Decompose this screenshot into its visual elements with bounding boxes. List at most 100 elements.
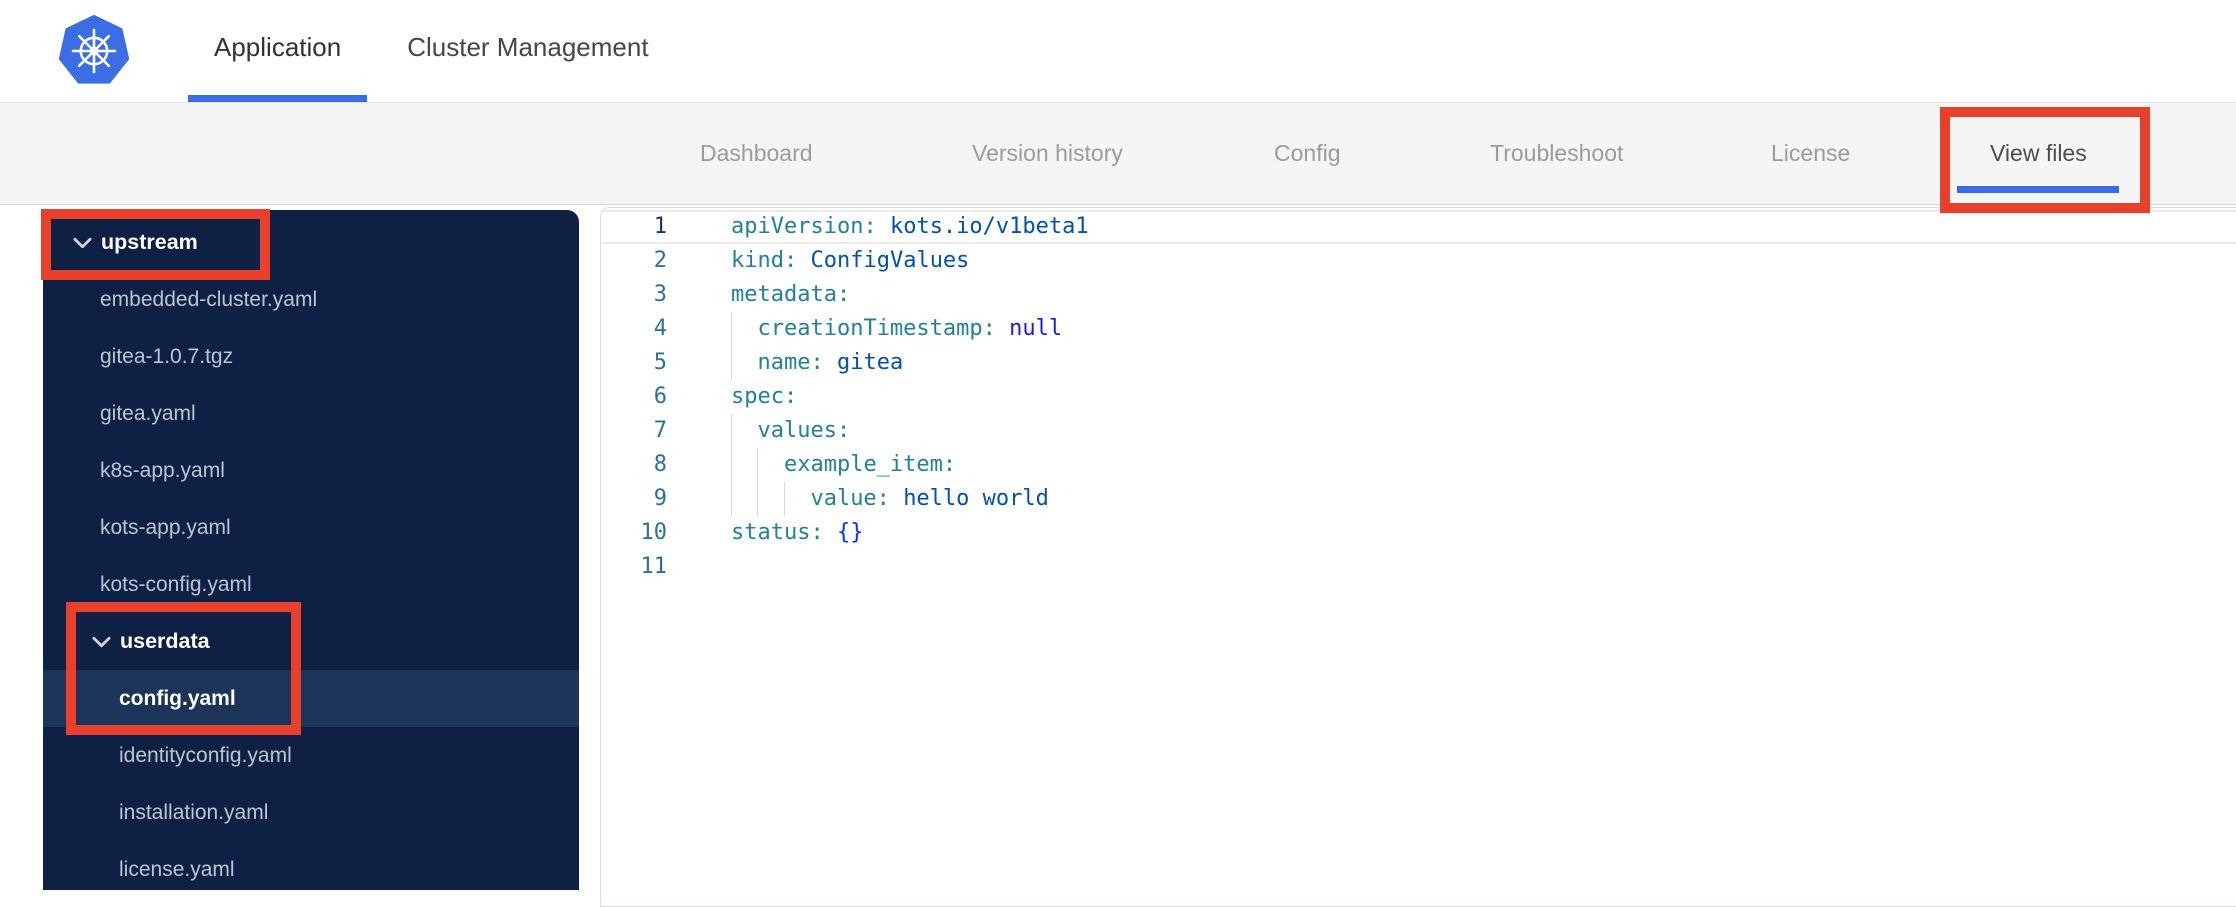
code-text: example_item:	[667, 448, 956, 482]
indent-guide	[783, 482, 810, 516]
token-val: ConfigValues	[810, 248, 970, 273]
file-kots-config-yaml[interactable]: kots-config.yaml	[43, 556, 579, 613]
file-k8s-app-yaml[interactable]: k8s-app.yaml	[43, 442, 579, 499]
code-line-6[interactable]: 6 spec:	[601, 380, 2236, 414]
application-subnav: Dashboard Version history Config Troublesho…	[0, 103, 2236, 205]
folder-label: userdata	[120, 629, 210, 653]
subnav-tab-dashboard[interactable]: Dashboard	[700, 103, 813, 204]
main-content: upstream embedded-cluster.yaml gitea-1.0.7…	[0, 205, 2236, 907]
indent-guide	[731, 312, 757, 346]
token-bracket: {}	[836, 520, 864, 545]
code-line-8[interactable]: 8 example_item:	[601, 448, 2236, 482]
token-val: hello world	[903, 486, 1049, 511]
subnav-tab-view-files[interactable]: View files	[1990, 103, 2087, 204]
code-line-4[interactable]: 4 creationTimestamp: null	[601, 312, 2236, 346]
chevron-down-icon[interactable]	[92, 636, 111, 648]
file-label: gitea-1.0.7.tgz	[100, 344, 234, 368]
indent-guide	[731, 414, 757, 448]
chevron-down-icon[interactable]	[73, 237, 92, 249]
token-key: example_item:	[783, 452, 957, 477]
code-line-5[interactable]: 5 name: gitea	[601, 346, 2236, 380]
file-gitea-1-0-7-tgz[interactable]: gitea-1.0.7.tgz	[43, 328, 579, 385]
line-number: 8	[653, 452, 667, 477]
code-line-1[interactable]: 1 apiVersion: kots.io/v1beta1	[601, 210, 2236, 244]
file-installation-yaml[interactable]: installation.yaml	[43, 784, 579, 841]
line-number: 10	[640, 520, 668, 545]
line-number: 5	[653, 350, 667, 375]
top-tab-cluster-management[interactable]: Cluster Management	[381, 0, 674, 102]
line-number: 1	[653, 214, 667, 239]
code-text: values:	[667, 414, 850, 448]
code-line-2[interactable]: 2 kind: ConfigValues	[601, 244, 2236, 278]
file-embedded-cluster-yaml[interactable]: embedded-cluster.yaml	[43, 271, 579, 328]
top-tab-application[interactable]: Application	[188, 0, 368, 102]
file-gitea-yaml[interactable]: gitea.yaml	[43, 385, 579, 442]
file-label: license.yaml	[119, 857, 235, 881]
indent-guide	[731, 448, 757, 482]
file-label: identityconfig.yaml	[119, 743, 292, 767]
file-kots-app-yaml[interactable]: kots-app.yaml	[43, 499, 579, 556]
code-text: status: {}	[667, 516, 863, 550]
token-key: name:	[757, 350, 824, 375]
code-text: apiVersion: kots.io/v1beta1	[667, 212, 1089, 242]
kubernetes-logo	[58, 0, 130, 102]
token-key: spec:	[731, 384, 798, 409]
code-line-10[interactable]: 10 status: {}	[601, 516, 2236, 550]
file-config-yaml[interactable]: config.yaml	[43, 670, 579, 727]
token-key: values:	[757, 418, 851, 443]
code-editor[interactable]: 1 apiVersion: kots.io/v1beta1 2 kind: Confi…	[600, 207, 2236, 907]
file-label: kots-app.yaml	[100, 515, 231, 539]
token-key: apiVersion:	[731, 214, 877, 239]
code-text: spec:	[667, 380, 797, 414]
token-key: value:	[810, 486, 890, 511]
subnav-tab-license[interactable]: License	[1771, 103, 1850, 204]
file-identityconfig-yaml[interactable]: identityconfig.yaml	[43, 727, 579, 784]
file-label: embedded-cluster.yaml	[100, 287, 318, 311]
code-line-7[interactable]: 7 values:	[601, 414, 2236, 448]
code-text: metadata:	[667, 278, 850, 312]
token-val: kots.io/v1beta1	[889, 214, 1089, 239]
file-label: gitea.yaml	[100, 401, 196, 425]
indent-guide	[731, 482, 757, 516]
top-navigation: Application Cluster Management	[0, 0, 2236, 103]
token-kw: null	[1009, 316, 1063, 341]
line-number: 11	[640, 554, 668, 579]
token-key: metadata:	[731, 282, 851, 307]
indent-guide	[757, 482, 783, 516]
line-number: 7	[653, 418, 667, 443]
line-number: 3	[653, 282, 667, 307]
file-label: config.yaml	[119, 686, 236, 710]
code-line-9[interactable]: 9 value: hello world	[601, 482, 2236, 516]
token-key: status:	[731, 520, 824, 545]
subnav-tab-version-history[interactable]: Version history	[972, 103, 1123, 204]
token-key: creationTimestamp:	[757, 316, 996, 341]
line-number: 9	[653, 486, 667, 511]
indent-guide	[731, 346, 757, 380]
line-number: 6	[653, 384, 667, 409]
file-license-yaml[interactable]: license.yaml	[43, 841, 579, 890]
code-text: creationTimestamp: null	[667, 312, 1062, 346]
folder-upstream[interactable]: upstream	[43, 214, 579, 271]
code-line-11[interactable]: 11	[601, 550, 2236, 584]
file-label: k8s-app.yaml	[100, 458, 225, 482]
code-text: kind: ConfigValues	[667, 244, 969, 278]
indent-guide	[757, 448, 783, 482]
token-val: gitea	[836, 350, 904, 375]
subnav-tab-troubleshoot[interactable]: Troubleshoot	[1490, 103, 1623, 204]
file-label: installation.yaml	[119, 800, 269, 824]
code-line-3[interactable]: 3 metadata:	[601, 278, 2236, 312]
subnav-tab-config[interactable]: Config	[1274, 103, 1340, 204]
line-number: 2	[653, 248, 667, 273]
token-key: kind:	[731, 248, 798, 273]
file-label: kots-config.yaml	[100, 572, 252, 596]
kubernetes-helm-icon	[58, 15, 130, 84]
folder-label: upstream	[101, 230, 198, 254]
folder-userdata[interactable]: userdata	[43, 613, 579, 670]
